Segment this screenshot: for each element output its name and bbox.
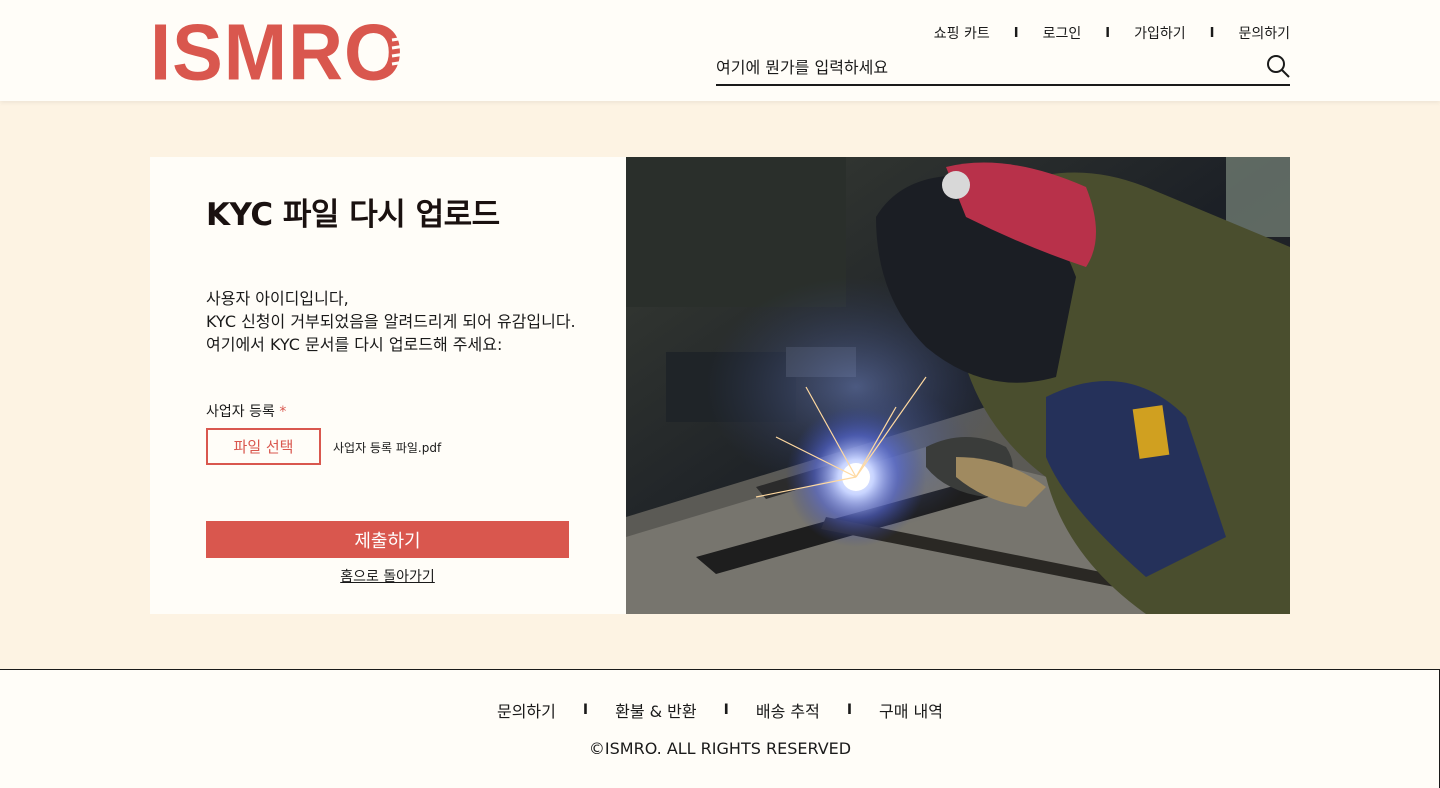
nav-login-link[interactable]: 로그인	[1043, 23, 1082, 43]
field-label-text: 사업자 등록	[206, 404, 275, 420]
top-nav: 쇼핑 카트 I 로그인 I 가입하기 I 문의하기	[934, 23, 1290, 43]
kyc-upload-card: KYC 파일 다시 업로드 사용자 아이디입니다, KYC 신청이 거부되었음을…	[150, 157, 626, 614]
footer-nav: 문의하기 I 환불 & 반환 I 배송 추적 I 구매 내역	[0, 698, 1440, 722]
choose-file-button[interactable]: 파일 선택	[206, 428, 321, 465]
nav-contact-link[interactable]: 문의하기	[1238, 23, 1290, 43]
site-header: ISMRO 쇼핑 카트 I 로그인 I 가입하기 I 문의하기	[0, 0, 1440, 101]
message-line: KYC 신청이 거부되었음을 알려드리게 되어 유감입니다. 여기에서 KYC …	[206, 312, 576, 354]
business-registration-label: 사업자 등록 *	[206, 401, 286, 421]
nav-signup-link[interactable]: 가입하기	[1134, 23, 1186, 43]
nav-separator: I	[1105, 25, 1111, 41]
rejection-message: 사용자 아이디입니다, KYC 신청이 거부되었음을 알려드리게 되어 유감입니…	[206, 287, 576, 356]
search-input[interactable]	[716, 52, 1246, 82]
submit-button[interactable]: 제출하기	[206, 521, 569, 558]
ismro-logo[interactable]: ISMRO	[150, 7, 422, 98]
footer-contact-link[interactable]: 문의하기	[497, 698, 556, 722]
copyright-text: ©ISMRO. ALL RIGHTS RESERVED	[588, 739, 852, 758]
footer-separator: I	[723, 702, 729, 718]
site-footer: 문의하기 I 환불 & 반환 I 배송 추적 I 구매 내역 ©ISMRO. A…	[0, 669, 1440, 788]
nav-separator: I	[1209, 25, 1215, 41]
required-mark: *	[279, 404, 287, 420]
nav-separator: I	[1013, 25, 1019, 41]
search-icon[interactable]	[1266, 54, 1290, 78]
back-home-link[interactable]: 홈으로 돌아가기	[206, 566, 569, 586]
page-title: KYC 파일 다시 업로드	[206, 197, 500, 233]
selected-file-name: 사업자 등록 파일.pdf	[333, 441, 442, 455]
welder-illustration	[626, 157, 1290, 614]
footer-separator: I	[582, 702, 589, 718]
logo-text: ISMRO	[150, 7, 405, 98]
message-line: 사용자 아이디입니다,	[206, 289, 349, 308]
footer-orders-link[interactable]: 구매 내역	[879, 698, 943, 722]
footer-tracking-link[interactable]: 배송 추적	[756, 698, 820, 722]
nav-cart-link[interactable]: 쇼핑 카트	[934, 23, 990, 43]
welder-photo	[626, 157, 1290, 614]
search-bar	[716, 52, 1290, 86]
footer-separator: I	[846, 702, 853, 718]
footer-refund-link[interactable]: 환불 & 반환	[615, 698, 697, 722]
logo-stripes-icon	[391, 34, 419, 66]
